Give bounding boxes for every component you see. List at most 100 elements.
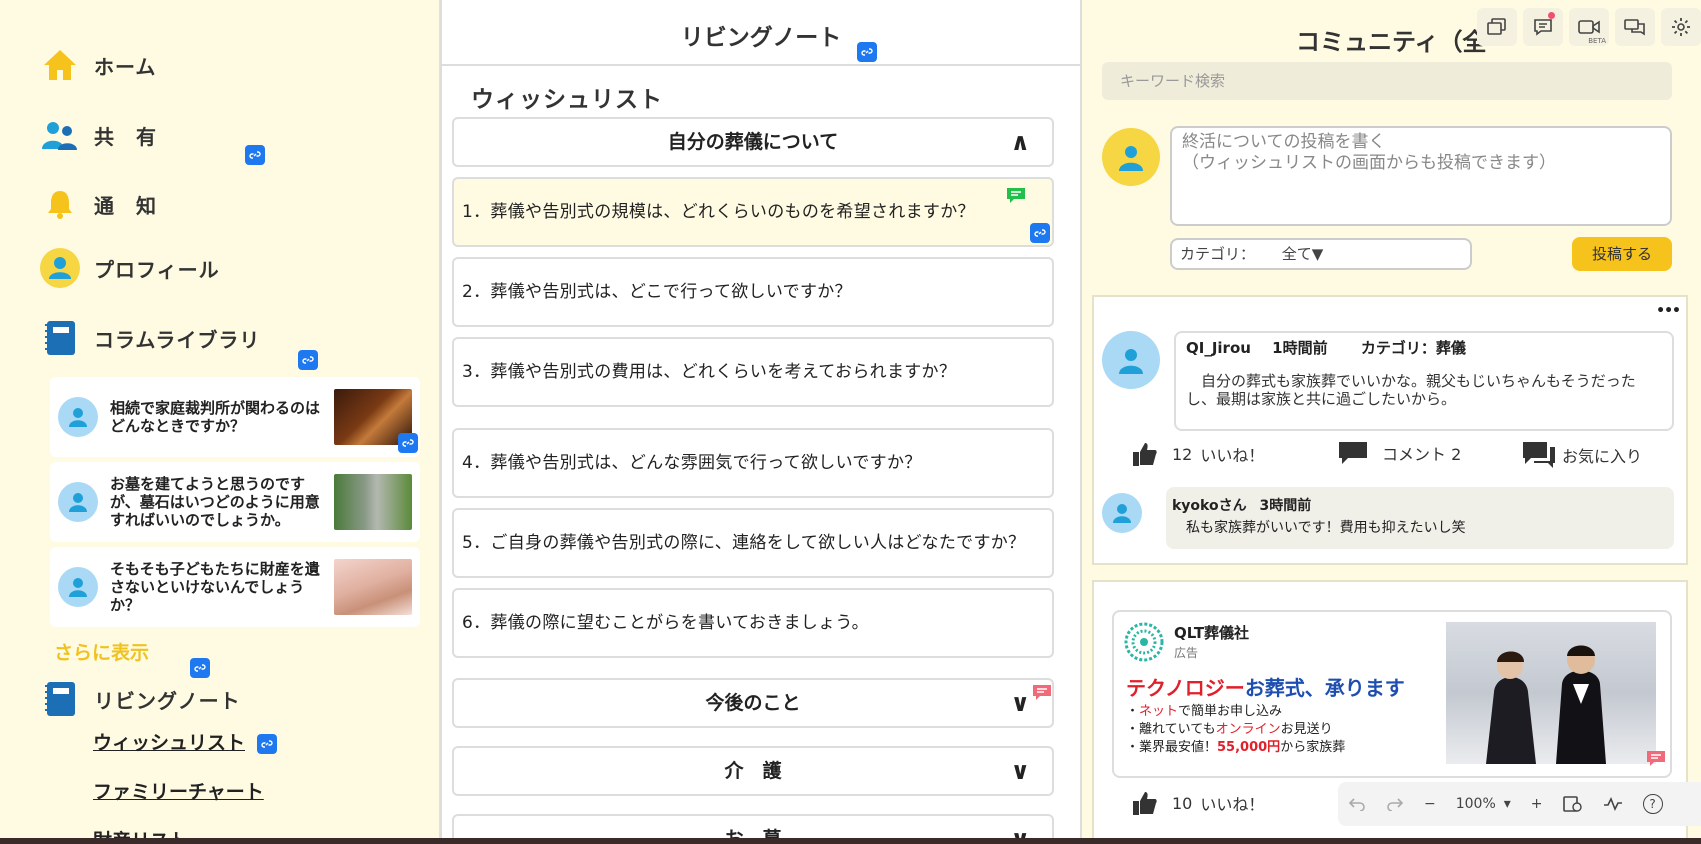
article-card[interactable]: お墓を建てようと思うのですが、墓石はいつどのように用意すればいいのでしょうか。 — [50, 462, 420, 542]
profile-icon — [40, 248, 80, 288]
zoom-in-button[interactable]: + — [1521, 782, 1553, 826]
nav-living-note[interactable]: リビングノート — [40, 679, 241, 719]
thumbs-up-icon — [1133, 792, 1157, 815]
messages-button[interactable] — [1615, 8, 1655, 46]
category-select[interactable]: カテゴリ： 全て▼ — [1170, 238, 1472, 270]
accordion-future[interactable]: 今後のこと ∨ — [452, 678, 1054, 728]
post-author[interactable]: QI_Jirou — [1186, 339, 1251, 357]
chevron-down-icon[interactable]: ∨ — [1011, 748, 1031, 794]
ad-line-red: ネット — [1139, 704, 1179, 719]
page-title: リビングノート — [680, 25, 842, 51]
nav-share-label: 共 有 — [94, 124, 157, 149]
article-card[interactable]: そもそも子どもたちに財産を遺さないといけないんでしょうか？ — [50, 547, 420, 627]
living-note-panel: リビングノート ウィッシュリスト 自分の葬儀について ∧ 1．葬儀や告別式の規模… — [440, 0, 1082, 844]
ad-line-red: オンライン — [1215, 722, 1281, 737]
link-icon[interactable] — [398, 433, 418, 453]
comment-icon[interactable] — [1006, 187, 1026, 210]
nav-profile-label: プロフィール — [94, 257, 220, 282]
ad-line-post: お見送り — [1280, 722, 1333, 737]
avatar — [1102, 128, 1160, 186]
ad-headline-b: お葬式、承ります — [1244, 676, 1405, 700]
help-button[interactable]: ? — [1633, 782, 1673, 826]
nav-column-library[interactable]: コラムライブラリ — [40, 318, 260, 358]
compose-area: 終活についての投稿を書く （ウィッシュリストの画面からも投稿できます） カテゴリ… — [1092, 110, 1682, 278]
comment-button[interactable]: コメント 2 — [1338, 441, 1461, 465]
book-icon — [40, 318, 80, 358]
bell-icon — [40, 184, 80, 224]
show-more-link[interactable]: さらに表示 — [54, 638, 149, 665]
pages-button[interactable] — [1477, 8, 1517, 46]
history-button[interactable] — [1553, 782, 1593, 826]
like-label: いいね！ — [1200, 446, 1265, 465]
post-text: 自分の葬式も家族葬でいいかな。親父もじいちゃんもそうだったし、最期は家族と共に過… — [1186, 372, 1636, 408]
link-icon[interactable] — [1030, 223, 1050, 243]
question-item[interactable]: 5．ご自身の葬儀や告別式の際に、連絡をして欲しい人はどなたですか？ — [452, 508, 1054, 578]
zoom-value: 100% — [1455, 796, 1496, 812]
question-item[interactable]: 6．葬儀の際に望むことがらを書いておきましょう。 — [452, 588, 1054, 658]
link-icon[interactable] — [857, 42, 877, 62]
comment-icon — [1339, 442, 1367, 464]
accordion-care[interactable]: 介 護 ∨ — [452, 746, 1054, 796]
link-icon[interactable] — [257, 734, 277, 754]
more-options-icon[interactable]: ••• — [1656, 303, 1681, 319]
comment-author[interactable]: kyokoさん — [1172, 498, 1247, 514]
book-icon — [40, 679, 80, 719]
chat-icon — [1534, 19, 1552, 36]
nav-profile[interactable]: プロフィール — [40, 248, 220, 288]
nav-living-note-label: リビングノート — [94, 688, 241, 713]
ad-line-pre: ・離れていても — [1126, 722, 1216, 737]
post-category: カテゴリ：葬儀 — [1360, 339, 1466, 357]
link-icon[interactable] — [245, 145, 265, 165]
link-icon[interactable] — [190, 658, 210, 678]
ad-line-pre: ・ — [1126, 704, 1140, 719]
ad-line: ・離れていてもオンラインお見送り — [1126, 718, 1333, 737]
undo-button[interactable] — [1338, 782, 1376, 826]
redo-button[interactable] — [1376, 782, 1414, 826]
ad-banner[interactable]: QLT葬儀社 広告 テクノロジーお葬式、承ります ・ネットで簡単お申し込み ・離… — [1112, 610, 1672, 778]
zoom-out-button[interactable]: − — [1414, 782, 1446, 826]
keyword-search-input[interactable]: キーワード検索 — [1102, 62, 1672, 100]
nav-notifications[interactable]: 通 知 — [40, 184, 157, 224]
chevron-down-icon[interactable]: ∨ — [1011, 680, 1031, 726]
article-title: お墓を建てようと思うのですが、墓石はいつどのように用意すればいいのでしょうか。 — [110, 475, 320, 529]
question-item[interactable]: 4．葬儀や告別式は、どんな雰囲気で行って欲しいですか？ — [452, 428, 1054, 498]
video-button[interactable]: BETA — [1569, 8, 1609, 46]
settings-button[interactable] — [1661, 8, 1701, 46]
comment-icon[interactable] — [1032, 684, 1052, 702]
question-item[interactable]: 1．葬儀や告別式の規模は、どれくらいのものを希望されますか？ — [452, 177, 1054, 247]
wishlist-link[interactable]: ウィッシュリスト — [93, 728, 245, 755]
users-icon — [40, 115, 80, 155]
zoom-select[interactable]: 100% ▾ — [1446, 782, 1521, 826]
activity-button[interactable] — [1593, 782, 1633, 826]
favorite-button[interactable]: お気に入り — [1522, 441, 1642, 469]
accordion-funeral[interactable]: 自分の葬儀について ∧ — [452, 117, 1054, 167]
nav-home[interactable]: ホーム — [40, 45, 156, 85]
money-photo — [334, 559, 412, 615]
post-button[interactable]: 投稿する — [1572, 237, 1672, 271]
avatar — [1102, 493, 1142, 533]
chevron-down-icon: ▾ — [1503, 796, 1511, 812]
post-time: 1時間前 — [1272, 339, 1328, 357]
nav-share[interactable]: 共 有 — [40, 115, 157, 155]
article-card[interactable]: 相続で家庭裁判所が関わるのはどんなときですか？ — [50, 377, 420, 457]
ad-tag: 広告 — [1174, 646, 1199, 660]
chevron-up-icon[interactable]: ∧ — [1011, 119, 1031, 165]
nav-notifications-label: 通 知 — [94, 193, 157, 218]
ad-headline-a: テクノロジー — [1126, 676, 1245, 700]
comment-icon[interactable] — [1646, 750, 1666, 772]
family-chart-link[interactable]: ファミリーチャート — [93, 777, 264, 804]
post-meta: QI_Jirou 1時間前 カテゴリ：葬儀 — [1186, 337, 1662, 358]
help-icon: ? — [1642, 794, 1663, 814]
category-label: カテゴリ： — [1180, 245, 1256, 263]
compose-textarea[interactable]: 終活についての投稿を書く （ウィッシュリストの画面からも投稿できます） — [1170, 126, 1672, 226]
like-button[interactable]: 10 いいね！ — [1132, 790, 1264, 816]
category-value: 全て▼ — [1281, 245, 1324, 263]
question-item[interactable]: 2．葬儀や告別式は、どこで行って欲しいですか？ — [452, 257, 1054, 327]
avatar — [58, 397, 98, 437]
question-item[interactable]: 3．葬儀や告別式の費用は、どれくらいを考えておられますか？ — [452, 337, 1054, 407]
comment-item: kyokoさん 3時間前 私も家族葬がいいです！費用も抑えたいし笑 — [1166, 487, 1674, 549]
chat-button[interactable] — [1523, 8, 1563, 46]
undo-icon — [1348, 798, 1365, 811]
link-icon[interactable] — [298, 350, 318, 370]
like-button[interactable]: 12 いいね！ — [1132, 441, 1264, 467]
